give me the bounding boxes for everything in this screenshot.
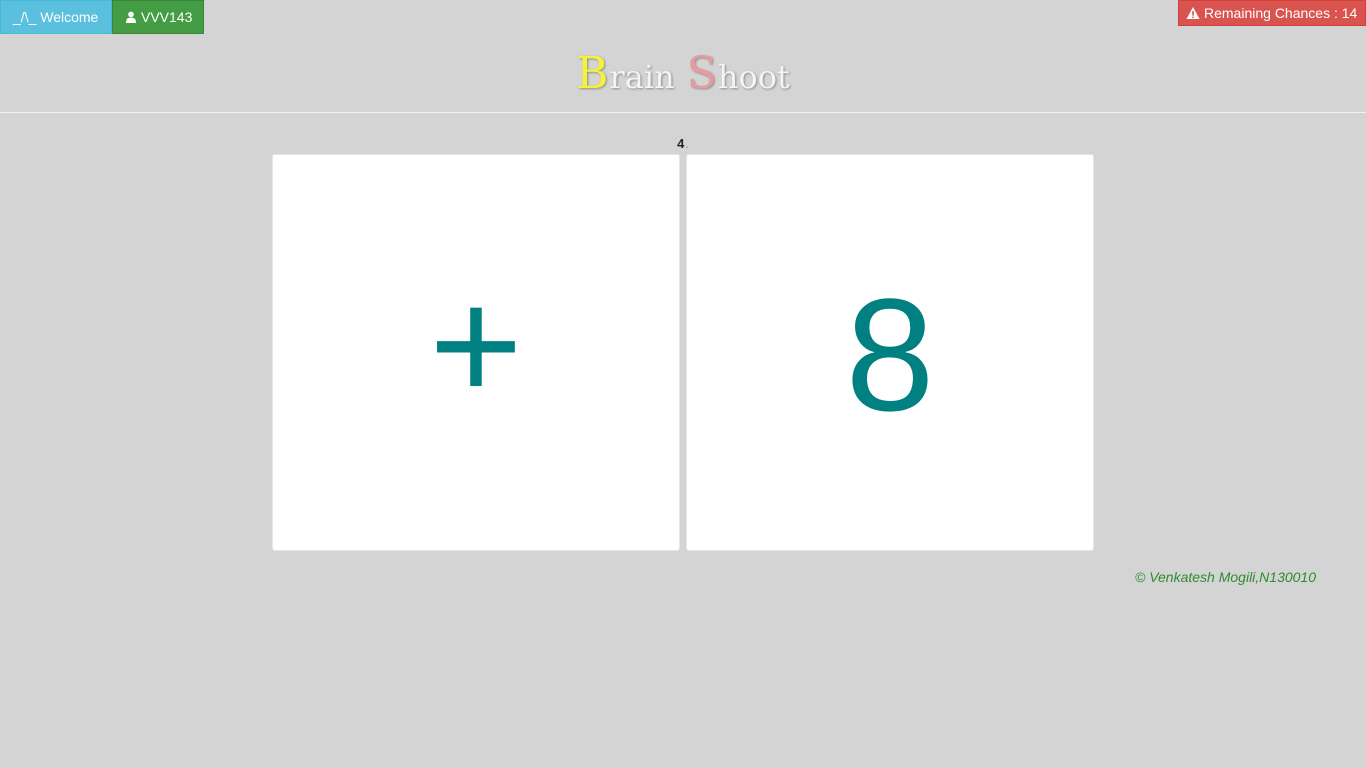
brand-wordmark: B rain S hoot xyxy=(576,52,790,96)
user-icon xyxy=(125,10,137,23)
brand-cap-1: B xyxy=(576,48,609,99)
card-number[interactable]: 8 xyxy=(686,154,1094,551)
footer-credit: © Venkatesh Mogili,N130010 xyxy=(1134,569,1316,585)
remaining-chances-badge: Remaining Chances : 14 xyxy=(1178,0,1366,26)
brand-word-1: B rain xyxy=(576,52,675,96)
cards-row: + 8 xyxy=(272,154,1094,551)
user-label: VVV143 xyxy=(141,9,193,25)
remaining-chances-label: Remaining Chances : 14 xyxy=(1204,5,1358,21)
card-number-value: 8 xyxy=(845,264,935,444)
topbar: _/\_ Welcome VVV143 xyxy=(0,0,204,34)
brand-logo: B rain S hoot xyxy=(0,48,1366,100)
warning-icon xyxy=(1186,6,1200,20)
question-number-suffix: . xyxy=(685,136,689,151)
user-button[interactable]: VVV143 xyxy=(112,0,204,34)
welcome-label: _/\_ Welcome xyxy=(13,9,99,25)
brand-rest-2: hoot xyxy=(717,58,790,96)
header-divider xyxy=(0,112,1366,113)
welcome-button[interactable]: _/\_ Welcome xyxy=(0,0,112,34)
card-operator-value: + xyxy=(429,254,523,434)
brand-cap-2: S xyxy=(686,48,717,99)
question-number-value: 4 xyxy=(677,136,685,151)
brand-rest-1: rain xyxy=(609,58,675,96)
brand-word-2: S hoot xyxy=(687,52,790,96)
question-number: 4. xyxy=(0,136,1366,151)
card-operator[interactable]: + xyxy=(272,154,680,551)
